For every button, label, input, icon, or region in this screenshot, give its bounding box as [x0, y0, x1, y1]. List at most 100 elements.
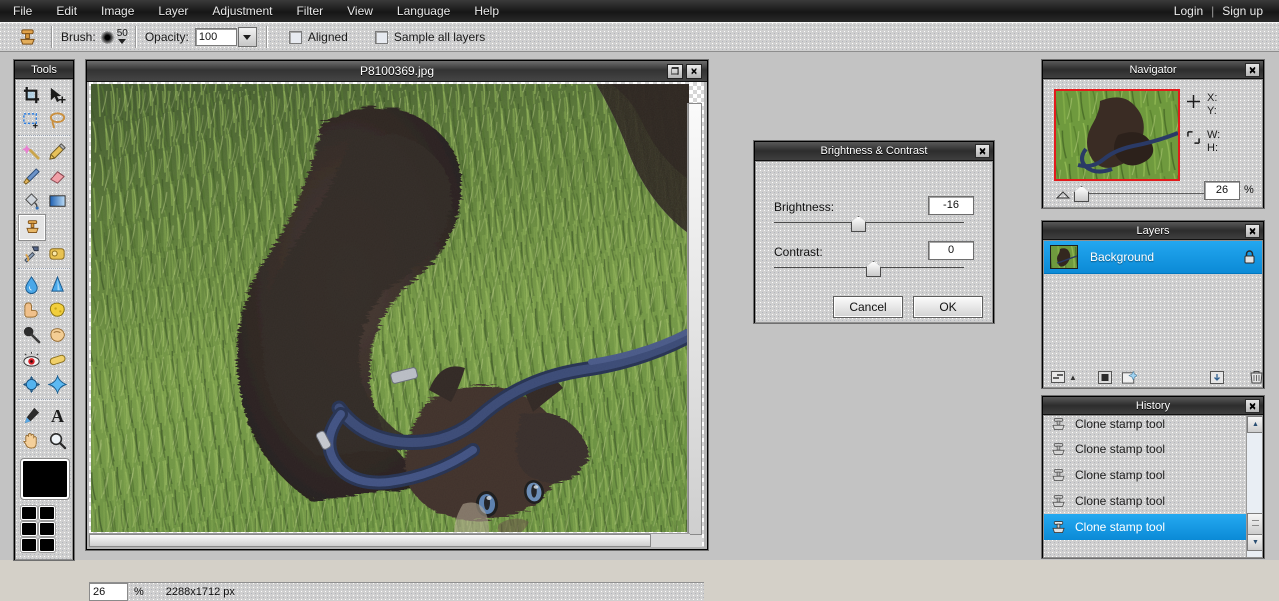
menu-item-view[interactable]: View [336, 1, 384, 21]
dodge-tool[interactable] [18, 322, 44, 347]
layer-mask-button[interactable] [1098, 370, 1113, 384]
cancel-button[interactable]: Cancel [833, 296, 903, 318]
palette-swatch[interactable] [39, 506, 55, 520]
menu-item-help[interactable]: Help [463, 1, 510, 21]
history-item[interactable]: Clone stamp tool [1044, 416, 1262, 436]
eraser-tool[interactable] [44, 164, 70, 189]
history-item-selected[interactable]: Clone stamp tool [1044, 514, 1262, 540]
brightness-slider-knob[interactable] [851, 216, 866, 232]
bulge-tool[interactable] [44, 347, 70, 372]
sample-all-layers-option-group[interactable]: Sample all layers [357, 23, 494, 51]
paint-bucket-tool[interactable] [18, 189, 44, 214]
document-restore-button[interactable]: ❐ [667, 64, 683, 79]
dialog-close-button[interactable]: ✕ [975, 144, 990, 158]
opacity-input[interactable]: 100 [194, 28, 237, 46]
blur-tool[interactable] [18, 272, 44, 297]
palette-swatch[interactable] [39, 522, 55, 536]
smudge-tool[interactable] [18, 297, 44, 322]
layer-row-background[interactable]: Background [1044, 241, 1262, 274]
ok-button[interactable]: OK [913, 296, 983, 318]
menu-item-image[interactable]: Image [90, 1, 145, 21]
type-tool[interactable]: A [44, 403, 70, 428]
layers-title-bar[interactable]: Layers ✕ [1043, 222, 1263, 240]
sharpen-tool[interactable] [44, 272, 70, 297]
magic-wand-tool[interactable] [18, 139, 44, 164]
document-close-button[interactable]: ✕ [686, 64, 702, 79]
blend-mode-caret-icon[interactable]: ▲ [1069, 373, 1077, 382]
aligned-option-group[interactable]: Aligned [267, 23, 357, 51]
chevron-down-icon[interactable] [117, 38, 126, 44]
layers-close-button[interactable]: ✕ [1245, 224, 1260, 238]
history-item[interactable]: Clone stamp tool [1044, 462, 1262, 488]
move-tool[interactable] [44, 83, 70, 108]
horizontal-scroll-thumb[interactable] [89, 534, 651, 547]
hand-tool[interactable] [18, 428, 44, 453]
vertical-scroll-thumb[interactable] [688, 103, 702, 535]
zoom-out-icon[interactable] [1056, 191, 1070, 199]
palette-swatch[interactable] [21, 506, 37, 520]
brush-tool[interactable] [18, 164, 44, 189]
history-scroll-up-button[interactable]: ▲ [1247, 416, 1262, 433]
history-close-button[interactable]: ✕ [1245, 399, 1260, 413]
navigator-zoom-slider[interactable] [1056, 186, 1228, 202]
burn-tool[interactable] [44, 322, 70, 347]
navigator-thumbnail[interactable] [1054, 89, 1180, 181]
status-zoom-input[interactable]: 26 [89, 583, 128, 601]
zoom-tool[interactable] [44, 428, 70, 453]
lasso-tool[interactable] [44, 108, 70, 133]
history-item[interactable]: Clone stamp tool [1044, 488, 1262, 514]
sponge-tool[interactable] [44, 297, 70, 322]
aligned-checkbox[interactable] [288, 30, 302, 44]
navigator-zoom-input[interactable]: 26 [1204, 181, 1240, 200]
palette-swatch[interactable] [39, 538, 55, 552]
menu-item-language[interactable]: Language [386, 1, 461, 21]
navigator-zoom-track[interactable] [1080, 193, 1204, 194]
brush-size-value[interactable]: 50 [117, 28, 128, 39]
menu-item-file[interactable]: File [2, 1, 43, 21]
contrast-input[interactable]: 0 [928, 241, 974, 260]
crop-tool[interactable] [18, 83, 44, 108]
duplicate-layer-button[interactable] [1209, 370, 1224, 384]
menu-item-edit[interactable]: Edit [45, 1, 88, 21]
rectangular-marquee-tool[interactable] [18, 108, 44, 133]
signup-link[interactable]: Sign up [1216, 2, 1269, 20]
brightness-slider-track[interactable] [774, 222, 964, 223]
login-link[interactable]: Login [1168, 2, 1209, 20]
history-scroll-thumb[interactable] [1247, 513, 1262, 535]
foreground-color-swatch[interactable] [21, 459, 69, 499]
pencil-tool[interactable] [44, 139, 70, 164]
canvas-horizontal-scrollbar[interactable] [89, 533, 690, 547]
document-image[interactable] [91, 84, 689, 532]
brush-preview-icon[interactable] [100, 30, 114, 44]
retouch-tool[interactable] [18, 241, 44, 266]
navigator-close-button[interactable]: ✕ [1245, 63, 1260, 77]
navigator-zoom-knob[interactable] [1074, 186, 1089, 202]
gradient-tool[interactable] [44, 189, 70, 214]
canvas-area[interactable] [89, 82, 704, 547]
document-title-bar[interactable]: P8100369.jpg ❐ ✕ [87, 61, 707, 82]
menu-item-adjustment[interactable]: Adjustment [201, 1, 283, 21]
history-title-bar[interactable]: History ✕ [1043, 397, 1263, 415]
history-scrollbar[interactable]: ▲ ▼ [1246, 416, 1262, 557]
dialog-title-bar[interactable]: Brightness & Contrast ✕ [755, 142, 993, 161]
clone-stamp-tool[interactable] [18, 214, 46, 241]
red-eye-tool[interactable] [18, 347, 44, 372]
brightness-input[interactable]: -16 [928, 196, 974, 215]
navigator-title-bar[interactable]: Navigator ✕ [1043, 61, 1263, 79]
eyedropper-tool[interactable] [18, 403, 44, 428]
canvas-vertical-scrollbar[interactable] [687, 103, 702, 547]
opacity-dropdown-button[interactable] [237, 27, 257, 47]
sample-all-layers-checkbox[interactable] [374, 30, 388, 44]
history-scroll-down-button[interactable]: ▼ [1247, 534, 1262, 551]
shape-tool[interactable] [44, 241, 70, 266]
palette-swatch[interactable] [21, 538, 37, 552]
pinch-tool[interactable] [18, 372, 44, 397]
warp-tool[interactable] [44, 372, 70, 397]
palette-swatch[interactable] [21, 522, 37, 536]
blend-mode-button[interactable] [1050, 370, 1065, 384]
add-layer-button[interactable] [1121, 370, 1137, 384]
menu-item-filter[interactable]: Filter [285, 1, 334, 21]
delete-layer-button[interactable] [1249, 370, 1264, 384]
history-item[interactable]: Clone stamp tool [1044, 436, 1262, 462]
contrast-slider-knob[interactable] [866, 261, 881, 277]
